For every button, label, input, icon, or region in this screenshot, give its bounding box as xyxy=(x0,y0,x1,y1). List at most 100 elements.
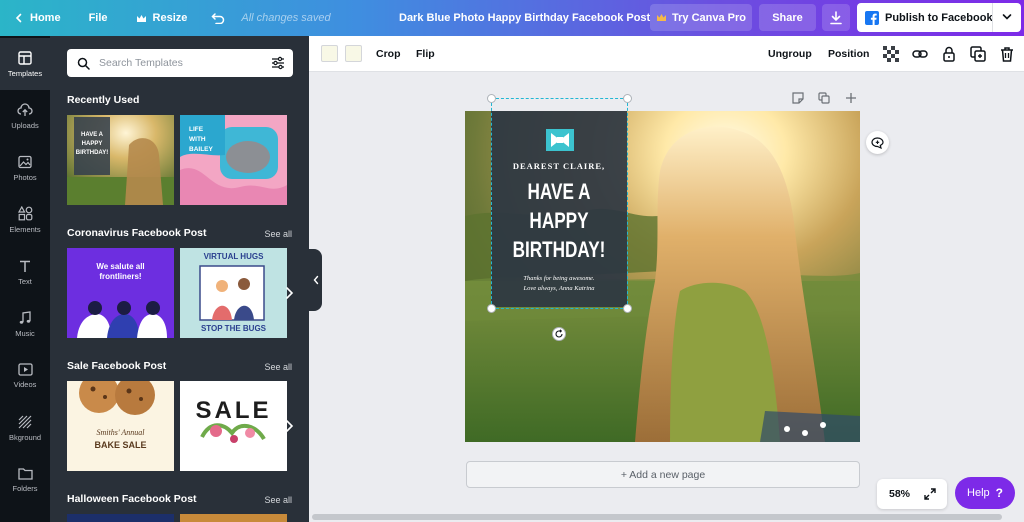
chevron-right-icon[interactable] xyxy=(284,419,298,435)
flip-button[interactable]: Flip xyxy=(416,36,435,72)
filter-icon[interactable] xyxy=(271,56,285,70)
music-icon xyxy=(18,310,32,325)
share-label: Share xyxy=(772,11,803,24)
template-thumb-floral-sale[interactable]: SALE xyxy=(180,381,287,471)
thumb-text: HAVE A HAPPY BIRTHDAY! xyxy=(74,131,110,158)
question-icon: ? xyxy=(995,486,1003,500)
zoom-control[interactable]: 58% xyxy=(877,479,947,509)
add-new-page-button[interactable]: + Add a new page xyxy=(466,461,860,488)
rail-label: Templates xyxy=(7,68,43,78)
try-canva-pro-button[interactable]: Try Canva Pro xyxy=(650,4,752,31)
rotate-icon[interactable] xyxy=(552,327,566,341)
resize-handle[interactable] xyxy=(623,304,632,313)
template-thumb-salute-frontliners[interactable]: We salute all frontliners! xyxy=(67,248,174,338)
template-thumb-halloween-2[interactable] xyxy=(180,514,287,522)
chevron-down-icon[interactable] xyxy=(1002,13,1012,21)
template-thumb-virtual-hugs[interactable]: VIRTUAL HUGS STOP THE BUGS xyxy=(180,248,287,338)
rail-item-templates[interactable]: Templates xyxy=(0,38,50,90)
facebook-icon xyxy=(865,10,879,25)
rail-item-elements[interactable]: Elements xyxy=(0,194,50,246)
uploads-icon xyxy=(17,102,33,117)
copy-page-icon[interactable] xyxy=(818,92,830,104)
see-all-link[interactable]: See all xyxy=(264,362,292,372)
see-all-link[interactable]: See all xyxy=(264,229,292,239)
trash-icon[interactable] xyxy=(999,46,1015,62)
thumb-top-text: VIRTUAL HUGS xyxy=(203,252,264,261)
thumb-line: Smiths' Annual xyxy=(96,428,145,437)
lock-icon[interactable] xyxy=(941,46,957,62)
home-label: Home xyxy=(30,12,61,24)
rail-label: Bkground xyxy=(8,432,42,442)
thumb-line: HAPPY xyxy=(81,141,103,147)
photos-icon xyxy=(18,155,32,169)
rail-item-photos[interactable]: Photos xyxy=(0,142,50,194)
rail-label: Folders xyxy=(12,484,38,493)
see-all-link[interactable]: See all xyxy=(264,495,292,505)
transparency-icon[interactable] xyxy=(883,46,899,62)
thumb-line: frontliners! xyxy=(99,272,142,281)
section-title-coronavirus: Coronavirus Facebook Post xyxy=(67,227,207,239)
resize-handle[interactable] xyxy=(487,304,496,313)
section-title-halloween: Halloween Facebook Post xyxy=(67,493,197,505)
resize-handle[interactable] xyxy=(623,94,632,103)
publish-to-facebook-button[interactable]: Publish to Facebook xyxy=(857,3,1021,32)
crop-button[interactable]: Crop xyxy=(376,36,401,72)
rail-item-text[interactable]: Text xyxy=(0,246,50,298)
rail-label: Music xyxy=(15,328,35,338)
horizontal-scrollbar[interactable] xyxy=(312,514,1002,520)
document-title[interactable]: Dark Blue Photo Happy Birthday Facebook … xyxy=(399,0,650,36)
zoom-level[interactable]: 58% xyxy=(889,488,910,500)
download-icon xyxy=(829,10,843,25)
rail-item-uploads[interactable]: Uploads xyxy=(0,90,50,142)
publish-label: Publish to Facebook xyxy=(885,11,993,24)
comment-icon[interactable] xyxy=(866,131,889,154)
thumb-line: BIRTHDAY! xyxy=(75,150,109,156)
color-swatch[interactable] xyxy=(321,45,338,62)
undo-button[interactable] xyxy=(201,0,235,36)
share-button[interactable]: Share xyxy=(759,4,816,31)
thumb-line: BAKE SALE xyxy=(94,440,147,450)
template-thumb-life-with-bailey[interactable]: LIFE WITH BAILEY xyxy=(180,115,287,205)
editor-toolbar: Crop Flip Ungroup Position xyxy=(309,36,1024,72)
rail-item-folders[interactable]: Folders xyxy=(0,454,50,506)
home-button[interactable]: Home xyxy=(0,0,71,36)
ungroup-button[interactable]: Ungroup xyxy=(768,36,812,72)
template-thumb-bake-sale[interactable]: Smiths' Annual BAKE SALE xyxy=(67,381,174,471)
thumb-text: LIFE WITH BAILEY xyxy=(189,125,213,155)
notes-icon[interactable] xyxy=(792,92,804,104)
top-bar: Home File Resize All changes saved Dark … xyxy=(0,0,1024,36)
thumb-line: LIFE xyxy=(189,126,204,133)
download-button[interactable] xyxy=(822,4,850,31)
template-thumb-halloween-1[interactable] xyxy=(67,514,174,522)
crown-icon xyxy=(136,14,147,23)
expand-icon[interactable] xyxy=(924,488,936,500)
undo-icon xyxy=(211,12,225,24)
resize-label: Resize xyxy=(152,12,188,24)
side-nav-rail: Templates Uploads Photos Elements Text M… xyxy=(0,36,50,522)
chevron-left-icon xyxy=(14,13,24,23)
resize-handle[interactable] xyxy=(487,94,496,103)
rail-label: Videos xyxy=(13,380,37,389)
duplicate-icon[interactable] xyxy=(970,46,986,62)
templates-icon xyxy=(18,50,32,65)
rail-item-videos[interactable]: Videos xyxy=(0,350,50,402)
link-icon[interactable] xyxy=(912,46,928,62)
rail-label: Elements xyxy=(9,225,41,234)
rail-label: Uploads xyxy=(11,120,39,130)
collapse-panel-button[interactable] xyxy=(309,249,322,311)
resize-button[interactable]: Resize xyxy=(126,0,198,36)
thumb-line: WITH xyxy=(189,136,206,143)
position-button[interactable]: Position xyxy=(828,36,869,72)
help-button[interactable]: Help ? xyxy=(955,477,1015,509)
search-templates-field[interactable]: Search Templates xyxy=(67,49,293,77)
search-input[interactable]: Search Templates xyxy=(99,57,183,69)
file-menu-button[interactable]: File xyxy=(79,0,118,36)
rail-item-music[interactable]: Music xyxy=(0,298,50,350)
chevron-right-icon[interactable] xyxy=(284,286,298,302)
add-page-icon[interactable] xyxy=(845,92,857,104)
elements-icon xyxy=(17,206,33,221)
rail-item-background[interactable]: Bkground xyxy=(0,402,50,454)
template-thumb-birthday[interactable]: HAVE A HAPPY BIRTHDAY! xyxy=(67,115,174,205)
thumb-line: HAVE A xyxy=(80,132,103,138)
color-swatch[interactable] xyxy=(345,45,362,62)
